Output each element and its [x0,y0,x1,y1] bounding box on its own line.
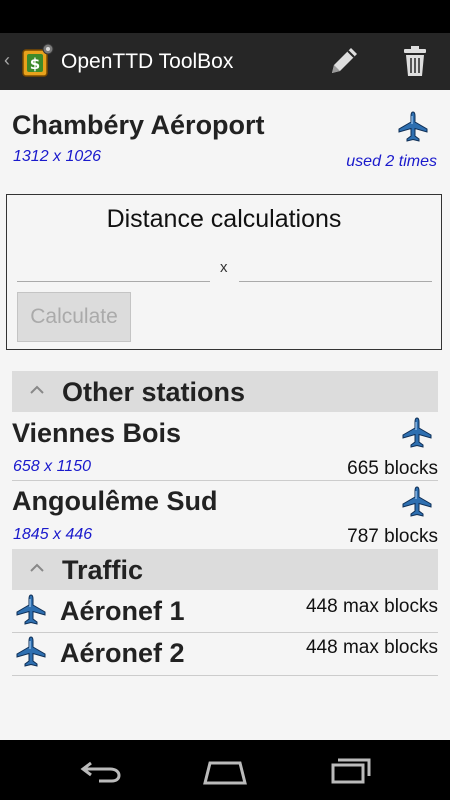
pencil-icon[interactable] [326,43,362,79]
station-usage: used 2 times [346,153,437,170]
station-coordinates: 658 x 1150 [13,458,91,475]
traffic-header[interactable]: Traffic [12,549,438,590]
recent-apps-icon[interactable] [329,754,375,786]
station-distance: 665 blocks [347,458,438,479]
chevron-up-icon [30,563,44,572]
airplane-icon [14,635,48,669]
divider [12,675,438,676]
back-icon[interactable] [77,754,123,786]
station-coordinates: 1845 x 446 [13,526,93,543]
airplane-icon [14,593,48,627]
distance-calculations-title: Distance calculations [106,205,342,233]
vehicle-name: Aéronef 2 [60,638,185,668]
station-row-angouleme-sud[interactable]: Angoulême Sud 1845 x 446 787 blocks [12,482,438,548]
station-name: Angoulême Sud [12,486,218,516]
distance-x-input[interactable] [17,257,210,282]
chevron-up-icon [30,385,44,394]
station-name: Viennes Bois [12,418,182,448]
back-caret-icon[interactable]: ‹ [4,50,10,71]
other-stations-label: Other stations [62,377,246,407]
vehicle-range: 448 max blocks [305,596,438,617]
action-bar: ‹ $ OpenTTD ToolBox [0,33,450,90]
trash-icon[interactable] [398,43,432,79]
station-distance: 787 blocks [347,526,438,547]
traffic-label: Traffic [62,555,144,585]
divider [12,480,438,481]
station-title: Chambéry Aéroport [12,110,265,140]
station-row-viennes-bois[interactable]: Viennes Bois 658 x 1150 665 blocks [12,414,438,480]
vehicle-row-aeronef-1[interactable]: Aéronef 1 448 max blocks [12,590,438,632]
airplane-icon [400,485,434,519]
airplane-icon [396,110,430,144]
calculate-button[interactable]: Calculate [17,292,131,342]
vehicle-name: Aéronef 1 [60,596,185,626]
station-coordinates: 1312 x 1026 [13,148,102,165]
coordinate-separator: x [220,259,228,276]
status-bar [0,0,450,33]
airplane-icon [400,416,434,450]
distance-calculations-panel: Distance calculations x Calculate [6,194,442,350]
main-content: Chambéry Aéroport 1312 x 1026 used 2 tim… [0,90,450,740]
other-stations-header[interactable]: Other stations [12,371,438,412]
navigation-bar [0,740,450,800]
svg-text:$: $ [30,55,40,73]
home-icon[interactable] [202,754,248,786]
vehicle-row-aeronef-2[interactable]: Aéronef 2 448 max blocks [12,633,438,675]
app-logo-icon[interactable]: $ [16,41,56,81]
vehicle-range: 448 max blocks [305,637,438,658]
app-title: OpenTTD ToolBox [61,50,234,73]
distance-y-input[interactable] [239,257,432,282]
